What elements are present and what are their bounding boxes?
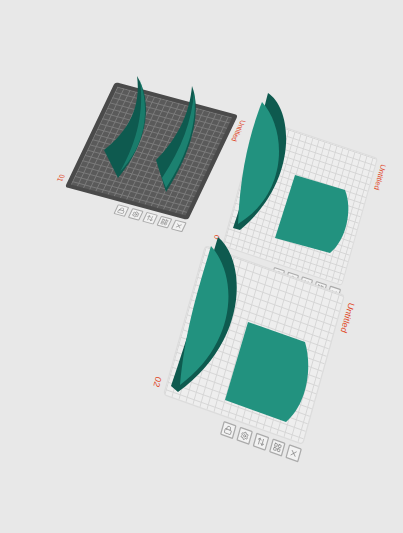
plate-name[interactable]: Untitled [339,301,355,334]
plate-name[interactable]: Untitled [373,163,387,191]
plate-button[interactable] [128,208,144,221]
orient-icon [159,218,169,226]
plate-grid[interactable] [65,82,238,220]
plate-button[interactable] [171,220,187,233]
model-shell[interactable] [233,93,286,230]
model-fin-b[interactable] [156,86,196,192]
plate-button[interactable] [220,421,237,439]
settings-icon [131,210,141,218]
plate-button[interactable] [113,204,129,217]
plate-button[interactable] [253,433,270,451]
model-panel[interactable] [225,322,308,422]
plate-number: 02 [152,376,163,389]
model-shell[interactable] [171,237,237,392]
lock-icon [116,207,126,215]
plate-canvas[interactable]: 01Untitled0 Untitled 02 Untitled [0,0,403,533]
plate-number: 0 [213,234,221,240]
orient-icon [272,442,283,454]
model-fin-a[interactable] [104,76,146,178]
plate-button[interactable] [156,216,172,229]
plate-button[interactable] [269,438,286,456]
lock-icon [223,424,234,436]
plate-button[interactable] [285,444,302,462]
settings-icon [239,430,250,442]
plate-button[interactable] [142,212,158,225]
build-plate[interactable]: 01Untitled [45,78,253,236]
plate-number: 01 [56,174,66,183]
close-icon [288,448,299,460]
close-icon [174,222,184,230]
plate-button[interactable] [236,427,253,445]
arrange-icon [256,436,267,448]
arrange-icon [145,214,155,222]
models [0,0,403,533]
model-panel[interactable] [275,175,348,253]
